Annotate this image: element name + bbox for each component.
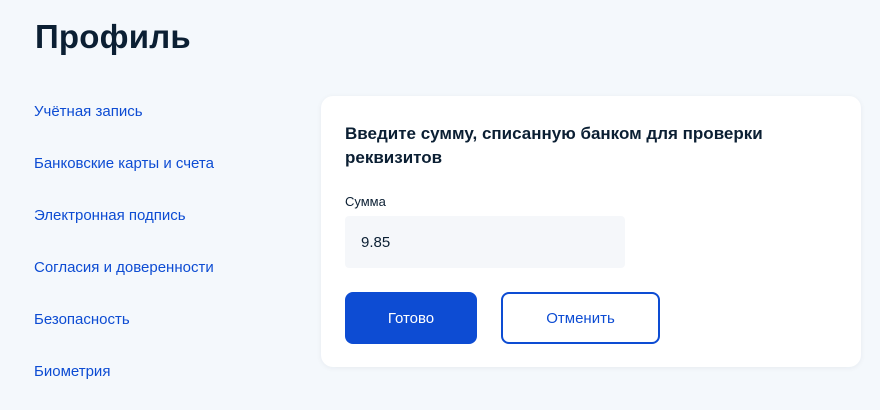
sidebar-nav: Учётная запись Банковские карты и счета … — [34, 100, 294, 410]
sidebar-item-electronic-signature[interactable]: Электронная подпись — [34, 204, 294, 256]
sidebar-item-security[interactable]: Безопасность — [34, 308, 294, 360]
sidebar-item-consents[interactable]: Согласия и доверенности — [34, 256, 294, 308]
profile-page: Профиль Учётная запись Банковские карты … — [0, 0, 880, 410]
cancel-button[interactable]: Отменить — [501, 292, 660, 344]
sidebar-item-account[interactable]: Учётная запись — [34, 100, 294, 152]
submit-button[interactable]: Готово — [345, 292, 477, 344]
card-heading: Введите сумму, списанную банком для пров… — [345, 124, 763, 167]
sidebar-item-biometrics[interactable]: Биометрия — [34, 360, 294, 410]
page-title: Профиль — [35, 18, 191, 55]
amount-input[interactable] — [345, 216, 625, 268]
sidebar-item-bank-cards[interactable]: Банковские карты и счета — [34, 152, 294, 204]
amount-label: Сумма — [345, 194, 386, 209]
verify-amount-card: Введите сумму, списанную банком для пров… — [321, 96, 861, 367]
